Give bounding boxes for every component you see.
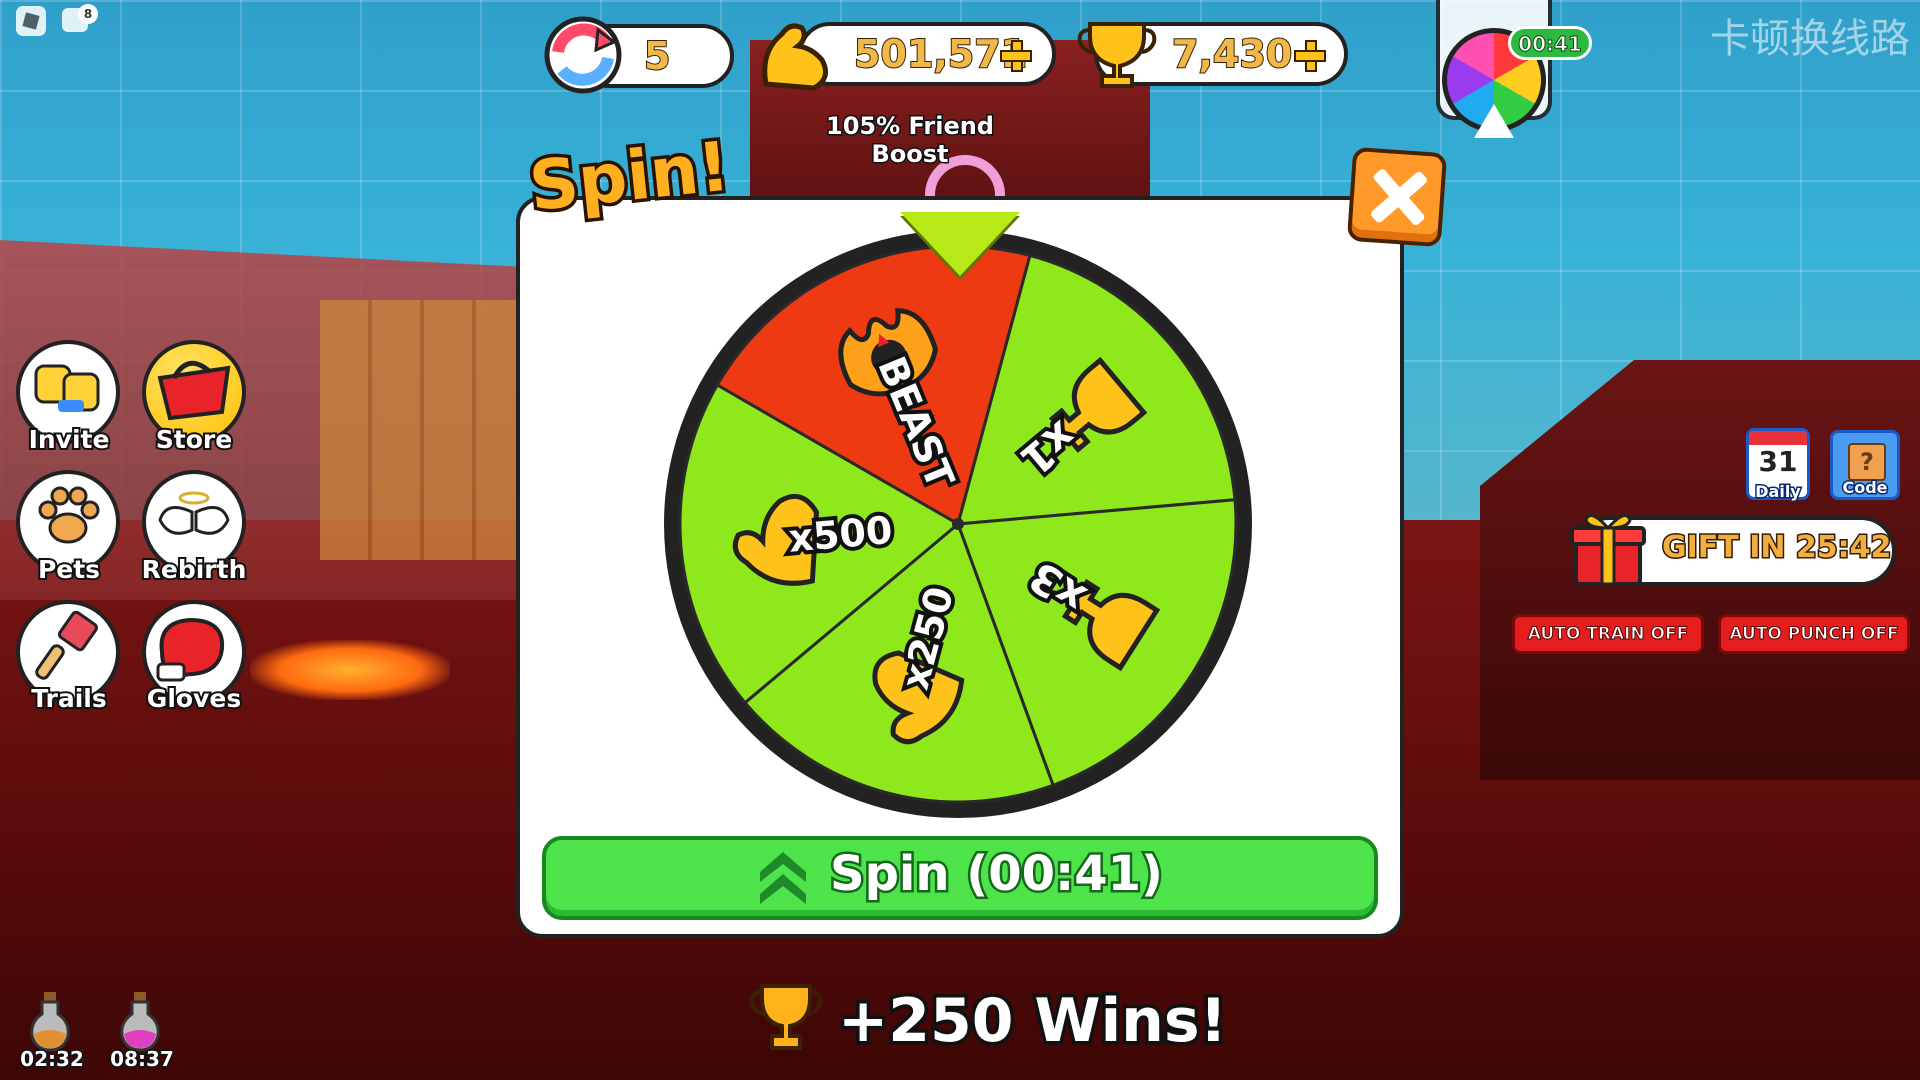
daily-label: Daily — [1754, 481, 1802, 503]
spin-button-label: Spin (00:41) — [828, 844, 1166, 905]
left-wall-blocks — [320, 300, 520, 560]
wheel-pointer-icon — [900, 212, 1020, 276]
wheel-segment-label: x500 — [787, 508, 894, 561]
gift-timer-label: GIFT IN 25:42 — [1660, 529, 1892, 567]
question-block-icon: ? — [1848, 443, 1886, 481]
pets-label: Pets — [36, 553, 102, 586]
buy-wins-plus-icon[interactable] — [1294, 40, 1326, 72]
friend-boost-text: 105% Friend Boost — [825, 111, 996, 170]
rebirth-stat-icon — [544, 16, 622, 94]
shopping-basket-icon — [157, 360, 231, 421]
spin-wheel: BEAST x1x3x250x500 — [664, 230, 1252, 818]
chat-badge: 8 — [78, 4, 98, 24]
lava-glow — [250, 640, 450, 700]
potion-icon — [30, 992, 70, 1052]
angel-wings-icon — [158, 491, 230, 535]
potion-icon — [120, 992, 160, 1052]
mini-wheel-timer: 00:41 — [1508, 26, 1592, 60]
paw-icon — [38, 486, 100, 544]
paintbrush-icon — [35, 610, 99, 680]
potion-timer: 02:32 — [19, 1046, 86, 1073]
wins-value: 7,430 — [1171, 31, 1293, 77]
calendar-icon — [1749, 431, 1807, 445]
wins-notification: +250 Wins! — [835, 983, 1231, 1060]
boxing-glove-icon — [156, 617, 225, 682]
wheel-hub — [952, 518, 964, 530]
buy-strength-plus-icon[interactable] — [1000, 40, 1032, 72]
rebirths-value: 5 — [643, 33, 671, 79]
trails-label: Trails — [29, 682, 109, 715]
watermark: 卡顿换线路 — [1710, 16, 1910, 62]
gift-box-icon — [1570, 514, 1646, 586]
rebirth-label: Rebirth — [140, 553, 249, 586]
store-label: Store — [154, 423, 234, 456]
trophy-icon — [750, 984, 822, 1050]
double-chevron-up-icon — [760, 852, 806, 904]
close-button[interactable] — [1346, 146, 1448, 248]
auto-punch-toggle[interactable]: AUTO PUNCH OFF — [1718, 614, 1910, 654]
potion-timer: 08:37 — [109, 1046, 176, 1073]
trophy-stat-icon — [1077, 22, 1157, 88]
gloves-label: Gloves — [145, 682, 243, 715]
mini-wheel-pointer-icon — [1474, 104, 1514, 138]
auto-train-toggle[interactable]: AUTO TRAIN OFF — [1512, 614, 1704, 654]
daily-day-number: 31 — [1758, 445, 1798, 478]
invite-label: Invite — [27, 423, 112, 456]
friends-icon — [34, 364, 100, 412]
code-label: Code — [1841, 477, 1889, 499]
flexed-arm-stat-icon — [762, 23, 829, 91]
roblox-menu-icon[interactable] — [16, 6, 46, 36]
